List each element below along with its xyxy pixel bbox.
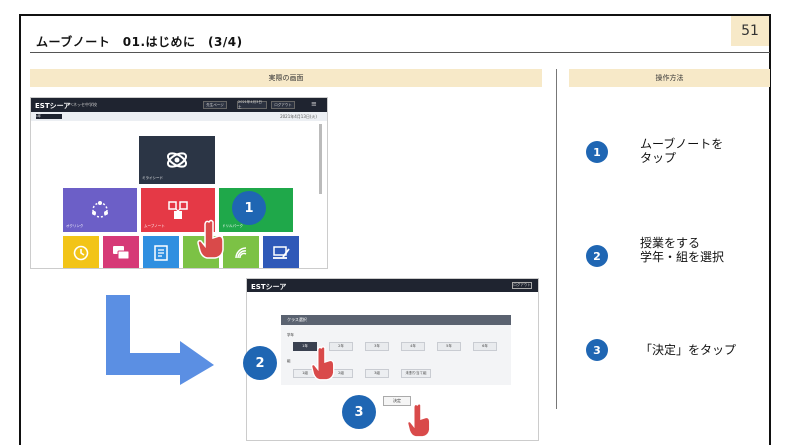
class-option[interactable]: 3組 (365, 369, 389, 378)
page-title: ムーブノート 01.はじめに (3/4) (36, 35, 243, 49)
tile-clock[interactable] (63, 236, 99, 268)
atom-icon (166, 152, 188, 168)
grade-option[interactable]: 3年 (365, 342, 389, 351)
tile-chat[interactable] (103, 236, 139, 268)
instruction-line: ムーブノートを (640, 137, 724, 151)
step-3-badge: 3 (342, 395, 376, 429)
tile-caption: ムーブノート (144, 224, 165, 228)
grade-option[interactable]: 6年 (473, 342, 497, 351)
home-screen-screenshot: ESTシーア ベネッセ中学校 先生ページ 2021年4月3日 土 ログアウト ≡… (30, 97, 328, 269)
doc-icon (154, 245, 168, 261)
tile-miraiseed[interactable]: ミライシード (139, 136, 215, 184)
class-select-screenshot: ESTシーア ログアウト クラス選択 学年 1年 2年 3年 4年 5年 6年 … (246, 278, 539, 441)
grade-label: 学年 (287, 333, 294, 337)
class-label: 組 (287, 359, 291, 363)
title-divider (30, 52, 770, 53)
frame-left-border (19, 14, 21, 445)
menu-icon[interactable]: ≡ (311, 100, 317, 108)
grade-option[interactable]: 5年 (437, 342, 461, 351)
chat-icon (113, 246, 130, 260)
logout-button[interactable]: ログアウト (512, 282, 532, 289)
instruction-2-badge: 2 (586, 245, 608, 267)
grade-option[interactable]: 4年 (401, 342, 425, 351)
column-divider (556, 69, 557, 409)
frame-top-border (19, 14, 771, 16)
grade-selector[interactable]: 1年 (36, 114, 62, 119)
instruction-line: 授業をする (640, 236, 701, 250)
operation-header: 操作方法 (569, 69, 770, 87)
page-number: 51 (731, 16, 769, 46)
signal-icon (235, 247, 247, 259)
actual-screen-header: 実際の画面 (30, 69, 542, 87)
tile-document[interactable] (143, 236, 179, 268)
step-1-badge: 1 (232, 191, 266, 225)
instruction-line: 学年・組を選択 (640, 250, 725, 264)
logout-button[interactable]: ログアウト (271, 101, 295, 109)
instruction-2-text: 授業をする 学年・組を選択 (640, 236, 724, 264)
pc-icon (273, 246, 290, 259)
clock-icon (73, 245, 89, 261)
date-pill: 2021年4月3日 土 (237, 100, 267, 109)
movenote-icon (168, 201, 188, 219)
class-option[interactable]: 未割り当て組 (401, 369, 431, 378)
app-logo: ESTシーア (35, 102, 71, 110)
network-icon (92, 201, 108, 218)
tile-caption: オクリンク (66, 224, 84, 228)
tap-hand-icon (310, 346, 335, 381)
teacher-page-button[interactable]: 先生ページ (203, 101, 227, 109)
instruction-3-text: 「決定」をタップ (640, 343, 736, 357)
app-logo: ESTシーア (251, 283, 287, 291)
instruction-1-badge: 1 (586, 141, 608, 163)
school-name: ベネッセ中学校 (69, 102, 97, 107)
scrollbar[interactable] (319, 124, 322, 194)
tile-pc[interactable] (263, 236, 299, 268)
tile-oklink[interactable]: オクリンク (63, 188, 137, 232)
app-header-bar (247, 279, 538, 292)
tap-hand-icon (406, 403, 431, 438)
step-2-badge: 2 (243, 346, 277, 380)
panel-title: クラス選択 (281, 315, 511, 325)
instruction-line: タップ (640, 151, 677, 165)
tile-caption: ミライシード (142, 176, 163, 180)
instruction-1-text: ムーブノートを タップ (640, 137, 723, 165)
instruction-3-badge: 3 (586, 339, 608, 361)
flow-arrow-icon (106, 295, 214, 385)
tap-hand-icon (197, 219, 224, 259)
instruction-line: 「決定」をタップ (640, 343, 737, 357)
current-date: 2021年4月13日(火) (280, 114, 317, 119)
